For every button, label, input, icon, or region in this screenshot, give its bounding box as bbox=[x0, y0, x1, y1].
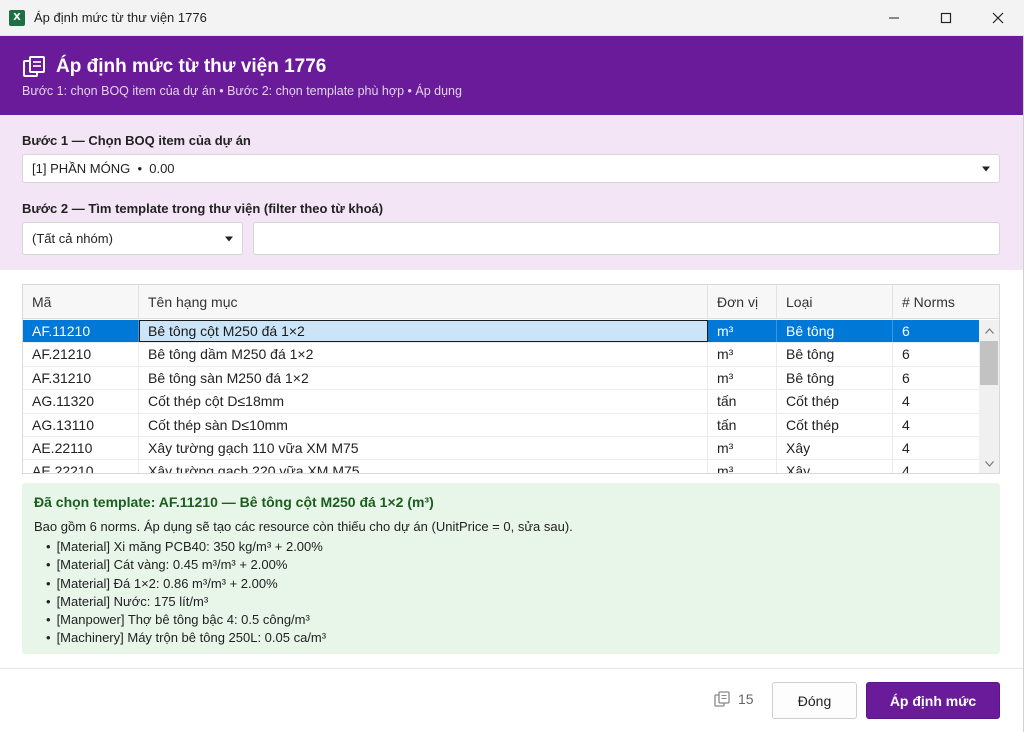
norm-item: [Material] Đá 1×2: 0.86 m³/m³ + 2.00% bbox=[46, 575, 326, 593]
footer-divider bbox=[0, 668, 1024, 669]
window-title-bar: X Áp định mức từ thư viện 1776 bbox=[0, 0, 1024, 36]
table-row[interactable]: AF.11210 Bê tông cột M250 đá 1×2 m³ Bê tông… bbox=[23, 320, 980, 344]
cell-type: Cốt thép bbox=[777, 413, 893, 436]
chevron-down-icon bbox=[225, 236, 233, 241]
template-grid[interactable]: Mã Tên hạng mục Đơn vị Loại # Norms AF.1… bbox=[22, 284, 1000, 474]
cell-type: Bê tông bbox=[777, 366, 893, 390]
dialog-title-row: Áp định mức từ thư viện 1776 bbox=[22, 55, 326, 79]
keyword-search-input[interactable] bbox=[253, 222, 1000, 255]
table-row[interactable]: AE.22110 Xây tường gạch 110 vữa XM M75 m³ X… bbox=[23, 436, 980, 461]
cell-type: Xây bbox=[777, 436, 893, 460]
column-header-type[interactable]: Loại bbox=[777, 285, 893, 319]
cell-code: AF.21210 bbox=[23, 343, 139, 366]
grid-scrollbar[interactable] bbox=[979, 320, 999, 473]
dialog-subtitle: Bước 1: chọn BOQ item của dự án • Bước 2… bbox=[22, 84, 462, 98]
cell-type: Bê tông bbox=[777, 343, 893, 366]
cell-unit: m³ bbox=[708, 343, 777, 366]
norm-item: [Material] Nước: 175 lít/m³ bbox=[46, 593, 326, 611]
library-books-icon bbox=[714, 691, 730, 707]
cell-norms: 4 bbox=[902, 463, 910, 474]
cell-norms: 6 bbox=[902, 369, 910, 386]
cell-code: AG.11320 bbox=[23, 390, 139, 413]
selected-template-description: Bao gồm 6 norms. Áp dụng sẽ tạo các reso… bbox=[34, 519, 573, 534]
cell-code: AE.22110 bbox=[23, 436, 139, 460]
norm-item: [Material] Cát vàng: 0.45 m³/m³ + 2.00% bbox=[46, 556, 326, 574]
norm-item: [Machinery] Máy trộn bê tông 250L: 0.05 … bbox=[46, 629, 327, 647]
cell-unit: tấn bbox=[708, 390, 777, 413]
scroll-up-icon[interactable] bbox=[979, 322, 999, 339]
cell-unit: m³ bbox=[708, 460, 777, 473]
table-row[interactable]: AG.13110 Cốt thép sàn D≤10mm tấn Cốt thép 4 bbox=[23, 413, 980, 437]
cell-norms: 4 bbox=[902, 416, 910, 433]
close-button[interactable]: Đóng bbox=[772, 682, 857, 719]
cell-unit: m³ bbox=[708, 320, 777, 343]
cell-name: Bê tông dầm M250 đá 1×2 bbox=[139, 343, 708, 366]
template-count: 15 bbox=[714, 691, 754, 707]
cell-name: Cốt thép sàn D≤10mm bbox=[139, 413, 708, 436]
column-header-unit[interactable]: Đơn vị bbox=[708, 285, 777, 319]
grid-body: AF.11210 Bê tông cột M250 đá 1×2 m³ Bê tông… bbox=[23, 320, 980, 474]
column-header-norms[interactable]: # Norms bbox=[893, 285, 980, 319]
scrollbar-thumb[interactable] bbox=[980, 341, 998, 385]
minimize-icon[interactable] bbox=[868, 0, 920, 36]
grid-header-row: Mã Tên hạng mục Đơn vị Loại # Norms bbox=[23, 285, 980, 319]
cell-norms: 4 bbox=[902, 393, 910, 410]
chevron-down-icon bbox=[982, 166, 990, 171]
cell-code: AF.31210 bbox=[23, 366, 139, 390]
cell-type: Bê tông bbox=[777, 320, 893, 343]
table-row[interactable]: AG.11320 Cốt thép cột D≤18mm tấn Cốt thép 4 bbox=[23, 390, 980, 414]
close-icon[interactable] bbox=[972, 0, 1024, 36]
norm-item: [Material] Xi măng PCB40: 350 kg/m³ + 2.… bbox=[46, 538, 326, 556]
selected-template-detail: Đã chọn template: AF.11210 — Bê tông cột… bbox=[22, 483, 1000, 654]
cell-name: Bê tông cột M250 đá 1×2 bbox=[139, 320, 708, 343]
cell-norms: 4 bbox=[902, 439, 910, 456]
step2-label: Bước 2 — Tìm template trong thư viện (fi… bbox=[22, 201, 384, 216]
dialog-header: Áp định mức từ thư viện 1776 Bước 1: chọ… bbox=[0, 36, 1024, 115]
norm-list: [Material] Xi măng PCB40: 350 kg/m³ + 2.… bbox=[46, 538, 327, 648]
step1-label: Bước 1 — Chọn BOQ item của dự án bbox=[22, 133, 251, 148]
selected-template-title: Đã chọn template: AF.11210 — Bê tông cột… bbox=[34, 494, 434, 510]
cell-name: Cốt thép cột D≤18mm bbox=[139, 390, 708, 413]
maximize-icon[interactable] bbox=[920, 0, 972, 36]
template-count-value: 15 bbox=[738, 691, 754, 707]
cell-unit: tấn bbox=[708, 413, 777, 436]
column-header-code[interactable]: Mã bbox=[23, 285, 139, 319]
cell-norms: 6 bbox=[902, 323, 910, 339]
cell-norms: 6 bbox=[902, 346, 910, 363]
excel-app-icon: X bbox=[9, 9, 28, 26]
table-row[interactable]: AF.21210 Bê tông dầm M250 đá 1×2 m³ Bê tông… bbox=[23, 343, 980, 367]
cell-type: Xây bbox=[777, 460, 893, 473]
library-books-icon bbox=[23, 56, 45, 77]
cell-code: AG.13110 bbox=[23, 413, 139, 436]
cell-type: Cốt thép bbox=[777, 390, 893, 413]
cell-name: Bê tông sàn M250 đá 1×2 bbox=[139, 366, 708, 390]
steps-panel: Bước 1 — Chọn BOQ item của dự án [1] PHẦ… bbox=[0, 115, 1024, 270]
table-row[interactable]: AF.31210 Bê tông sàn M250 đá 1×2 m³ Bê tông… bbox=[23, 366, 980, 391]
apply-norms-button[interactable]: Áp định mức bbox=[866, 682, 1000, 719]
group-filter-select[interactable]: (Tất cả nhóm) bbox=[22, 222, 243, 255]
cell-unit: m³ bbox=[708, 366, 777, 390]
cell-unit: m³ bbox=[708, 436, 777, 460]
column-header-name[interactable]: Tên hạng mục bbox=[139, 285, 708, 319]
boq-item-selected-value: [1] PHẦN MÓNG • 0.00 bbox=[32, 161, 175, 176]
norm-item: [Manpower] Thợ bê tông bậc 4: 0.5 công/m… bbox=[46, 611, 326, 629]
scroll-down-icon[interactable] bbox=[979, 455, 999, 472]
table-row[interactable]: AE.22210 Xây tường gạch 220 vữa XM M75 m³ X… bbox=[23, 460, 980, 474]
cell-code: AF.11210 bbox=[23, 320, 139, 343]
cell-name: Xây tường gạch 220 vữa XM M75 bbox=[139, 460, 708, 473]
group-filter-selected-value: (Tất cả nhóm) bbox=[32, 231, 113, 246]
cell-code: AE.22210 bbox=[23, 460, 139, 473]
window-title: Áp định mức từ thư viện 1776 bbox=[34, 10, 207, 25]
boq-item-select[interactable]: [1] PHẦN MÓNG • 0.00 bbox=[22, 154, 1000, 183]
dialog-title: Áp định mức từ thư viện 1776 bbox=[56, 56, 327, 77]
cell-name: Xây tường gạch 110 vữa XM M75 bbox=[139, 436, 708, 460]
